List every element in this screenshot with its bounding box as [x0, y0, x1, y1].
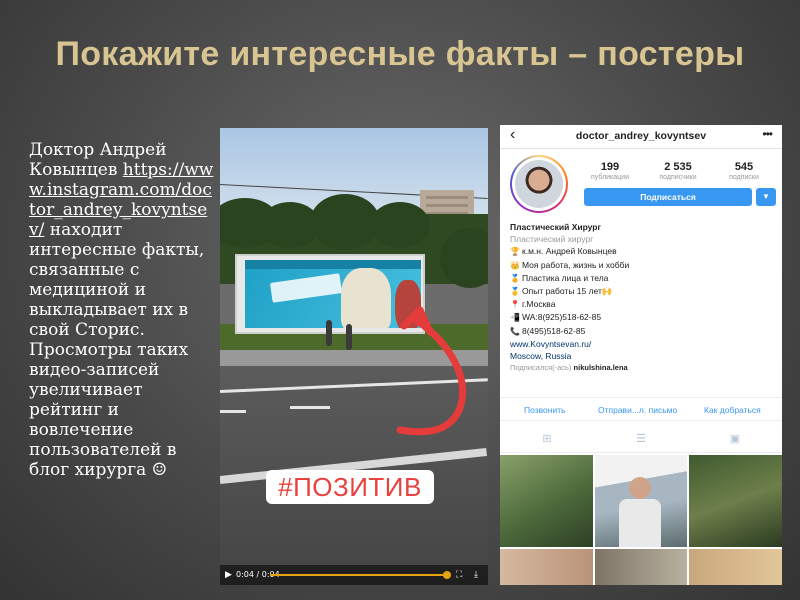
red-arrow-icon — [396, 306, 467, 436]
slide-body-text: Доктор Андрей Ковынцев https://www.insta… — [29, 140, 217, 480]
slide-title: Покажите интересные факты – постеры — [55, 35, 745, 73]
profile-header: ‹ doctor_andrey_kovyntsev ••• — [500, 125, 782, 149]
bio-line: 📞 8(495)518-62-85 — [510, 325, 776, 338]
phone-icon: 📞 — [510, 326, 520, 336]
grid-photo[interactable] — [500, 455, 593, 547]
profile-username: doctor_andrey_kovyntsev — [575, 130, 707, 142]
trophy-icon: 🏆 — [510, 247, 520, 257]
more-options-icon[interactable]: ••• — [762, 127, 773, 141]
pin-icon: 📍 — [510, 300, 520, 310]
body-rest: находит интересные факты, связанные с ме… — [29, 220, 205, 480]
website-link[interactable]: www.Kovyntsevan.ru/ — [510, 338, 776, 350]
play-icon[interactable]: ▶ — [225, 565, 232, 585]
bio-line: 📲 WA:8(925)518-62-85 — [510, 311, 776, 324]
medal-icon: 🥇 — [510, 287, 520, 297]
grid-photo[interactable] — [689, 549, 782, 585]
tagged-photos-icon[interactable]: ▣ — [688, 425, 782, 453]
list-view-icon[interactable]: ☰ — [594, 425, 688, 453]
followed-by[interactable]: Подписался(-ась) nikulshina.lena — [510, 362, 776, 374]
video-progress-track[interactable] — [270, 571, 451, 579]
contact-actions: Позвонить Отправи...л. письмо Как добрат… — [500, 397, 782, 421]
grid-view-icon[interactable]: ⊞ — [500, 425, 594, 453]
chevron-down-icon[interactable]: ▼ — [756, 188, 776, 206]
crown-icon: 👑 — [510, 260, 520, 270]
video-progress-handle[interactable] — [443, 571, 451, 579]
location-link[interactable]: Moscow, Russia — [510, 350, 776, 362]
follow-button[interactable]: Подписаться — [584, 188, 752, 206]
grid-photo[interactable] — [689, 455, 782, 547]
directions-button[interactable]: Как добраться — [704, 398, 761, 422]
profile-name: Пластический Хирург — [510, 222, 602, 232]
instagram-profile-screenshot: ‹ doctor_andrey_kovyntsev ••• 199 публик… — [500, 125, 782, 585]
bio-line: 📍 г.Москва — [510, 298, 776, 311]
call-button[interactable]: Позвонить — [524, 398, 566, 422]
photo-grid — [500, 455, 782, 585]
video-controls[interactable]: ▶ 0:04 / 0:04 ⛶ ⤓ — [220, 565, 488, 585]
fullscreen-icon[interactable]: ⛶ — [456, 565, 462, 585]
stat-posts[interactable]: 199 публикации — [580, 161, 640, 181]
grid-photo[interactable] — [595, 549, 687, 585]
grid-photo[interactable] — [595, 455, 687, 547]
profile-category: Пластический хирург — [510, 234, 594, 245]
bio-line: 🏅 Пластика лица и тела — [510, 272, 776, 285]
download-icon[interactable]: ⤓ — [474, 565, 478, 585]
grid-photo[interactable] — [500, 549, 593, 585]
email-button[interactable]: Отправи...л. письмо — [598, 398, 677, 422]
stat-following[interactable]: 545 подписки — [714, 161, 774, 181]
bio-line: 🏆 к.м.н. Андрей Ковынцев — [510, 245, 776, 258]
hashtag-sticker: #ПОЗИТИВ — [266, 470, 434, 504]
bio-line: 🥇 Опыт работы 15 лет🙌 — [510, 285, 776, 298]
stat-followers[interactable]: 2 535 подписчики — [648, 161, 708, 181]
story-video[interactable]: #ПОЗИТИВ ▶ 0:04 / 0:04 ⛶ ⤓ — [220, 128, 488, 585]
bio-line: 👑 Моя работа, жизнь и хобби — [510, 259, 776, 272]
medal-icon: 🏅 — [510, 273, 520, 283]
view-switcher: ⊞ ☰ ▣ — [500, 425, 782, 453]
phone-icon: 📲 — [510, 313, 520, 323]
avatar[interactable] — [510, 155, 568, 213]
video-progress-fill — [270, 571, 451, 579]
profile-bio: Пластический Хирург Пластический хирург … — [510, 221, 776, 374]
